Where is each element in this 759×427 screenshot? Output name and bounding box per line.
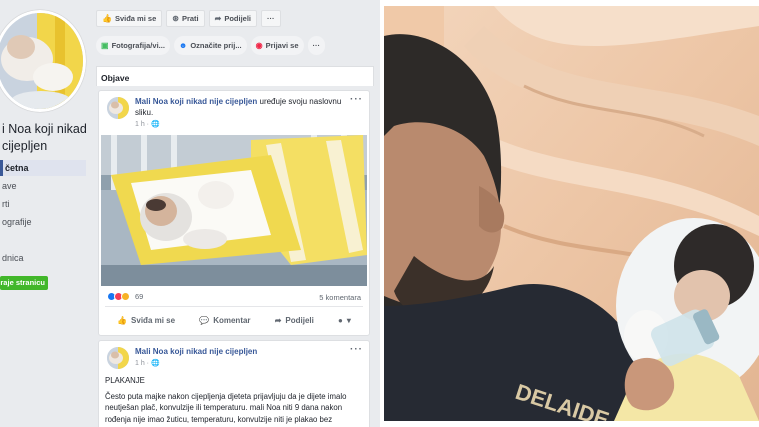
more-icon: ··· xyxy=(267,14,275,23)
like-page-label: Sviđa mi se xyxy=(114,14,157,23)
avatar[interactable] xyxy=(107,347,129,369)
posts-section-title: Objave xyxy=(101,73,130,83)
page-name-line-1: i Noa koji nikad xyxy=(2,122,87,136)
page-name-line-2: cijepljen xyxy=(2,139,48,153)
globe-icon: 🌐 xyxy=(150,360,160,367)
tag-friends-label: Označite prij... xyxy=(190,41,242,50)
post-header: Mali Noa koji nikad nije cijepljen xyxy=(135,346,345,357)
post-text: Često puta majke nakon cijepljenja djete… xyxy=(105,391,347,424)
like-post-button[interactable]: 👍 Sviđa mi se xyxy=(117,316,175,325)
share-icon: ➦ xyxy=(214,14,222,23)
follow-page-button[interactable]: ⊛ Prati xyxy=(166,10,205,27)
composer-more-button[interactable]: ··· xyxy=(307,36,326,55)
like-page-button[interactable]: 👍 Sviđa mi se xyxy=(96,10,163,27)
rss-icon: ⊛ xyxy=(172,14,179,23)
promote-page-button[interactable]: raje stranicu xyxy=(0,276,48,290)
follow-page-label: Prati xyxy=(181,14,199,23)
reaction-count: 69 xyxy=(135,292,144,301)
post-text-plakanje: Mali Noa koji nikad nije cijepljen 1 h ·… xyxy=(98,340,370,427)
globe-icon: 🌐 xyxy=(150,121,160,128)
comment-label: Komentar xyxy=(213,316,251,325)
post-options-button[interactable]: ··· xyxy=(350,344,363,355)
page-main-column: 👍 Sviđa mi se ⊛ Prati ➦ Podijeli ··· ▣ F… xyxy=(96,0,376,427)
avatar[interactable] xyxy=(107,97,129,119)
comment-button[interactable]: 💬 Komentar xyxy=(199,316,250,325)
share-page-button[interactable]: ➦ Podijeli xyxy=(208,10,258,27)
post-action-bar: 👍 Sviđa mi se 💬 Komentar ➦ Podijeli ● ▾ xyxy=(105,306,363,334)
post-cover-photo-update: Mali Noa koji nikad nije cijepljen uređu… xyxy=(98,90,370,336)
post-author-link[interactable]: Mali Noa koji nikad nije cijepljen xyxy=(135,347,257,356)
share-post-label: Podijeli xyxy=(285,316,314,325)
post-header: Mali Noa koji nikad nije cijepljen uređu… xyxy=(135,96,345,118)
page-action-bar: 👍 Sviđa mi se ⊛ Prati ➦ Podijeli ··· xyxy=(96,10,281,27)
location-pin-icon: ◉ xyxy=(255,41,263,50)
page-more-button[interactable]: ··· xyxy=(261,10,281,27)
check-in-label: Prijavi se xyxy=(265,41,299,50)
post-options-button[interactable]: ··· xyxy=(350,94,363,105)
cover-photo-image[interactable] xyxy=(101,135,367,286)
post-body: PLAKANJE Često puta majke nakon cijeplje… xyxy=(105,375,365,425)
comment-count-link[interactable]: 5 komentara xyxy=(319,293,361,302)
father-feeding-baby-photo: DELAIDE xyxy=(384,6,759,421)
thumbs-up-icon: 👍 xyxy=(117,316,128,325)
post-timestamp[interactable]: 1 h · 🌐 xyxy=(135,120,160,128)
composer-action-bar: ▣ Fotografija/vi... ☻ Označite prij... ◉… xyxy=(96,36,326,55)
reaction-summary[interactable]: 69 xyxy=(107,292,143,301)
page-profile-picture[interactable] xyxy=(0,10,86,112)
sidebar-item-blank[interactable] xyxy=(0,232,86,248)
photo-video-button[interactable]: ▣ Fotografija/vi... xyxy=(96,36,170,55)
sidebar-item-info[interactable]: ave xyxy=(0,178,86,194)
like-post-label: Sviđa mi se xyxy=(131,316,176,325)
post-author-link[interactable]: Mali Noa koji nikad nije cijepljen xyxy=(135,97,257,106)
post-as-selector[interactable]: ● ▾ xyxy=(338,316,351,325)
sidebar-item-events[interactable]: rti xyxy=(0,196,86,212)
tag-friends-button[interactable]: ☻ Označite prij... xyxy=(173,36,247,55)
share-icon: ➦ xyxy=(274,316,282,325)
share-post-button[interactable]: ➦ Podijeli xyxy=(275,316,314,325)
comment-icon: 💬 xyxy=(199,316,210,325)
haha-reaction-icon xyxy=(121,292,130,301)
posts-section-header: Objave xyxy=(96,66,374,86)
post-title: PLAKANJE xyxy=(105,376,145,385)
page-name: i Noa koji nikad cijepljen xyxy=(2,121,88,155)
post-timestamp[interactable]: 1 h · 🌐 xyxy=(135,359,160,367)
check-in-button[interactable]: ◉ Prijavi se xyxy=(250,36,304,55)
page-sidebar: i Noa koji nikad cijepljen četna ave rti… xyxy=(0,0,90,427)
share-page-label: Podijeli xyxy=(224,14,252,23)
photo-icon: ▣ xyxy=(101,41,109,50)
tag-people-icon: ☻ xyxy=(178,41,188,50)
sidebar-item-community[interactable]: dnica xyxy=(0,250,86,266)
sidebar-item-photos[interactable]: ografije xyxy=(0,214,86,230)
sidebar-item-home[interactable]: četna xyxy=(0,160,86,176)
page-avatar-icon: ● xyxy=(338,316,343,325)
screenshot-collage: i Noa koji nikad cijepljen četna ave rti… xyxy=(0,0,759,427)
more-icon: ··· xyxy=(312,41,321,50)
chevron-down-icon: ▾ xyxy=(346,316,351,325)
post-time-text: 1 h · xyxy=(135,360,151,367)
thumbs-up-icon: 👍 xyxy=(102,14,112,23)
post-time-text: 1 h · xyxy=(135,121,151,128)
photo-video-label: Fotografija/vi... xyxy=(111,41,165,50)
facebook-page-screenshot: i Noa koji nikad cijepljen četna ave rti… xyxy=(0,0,380,427)
